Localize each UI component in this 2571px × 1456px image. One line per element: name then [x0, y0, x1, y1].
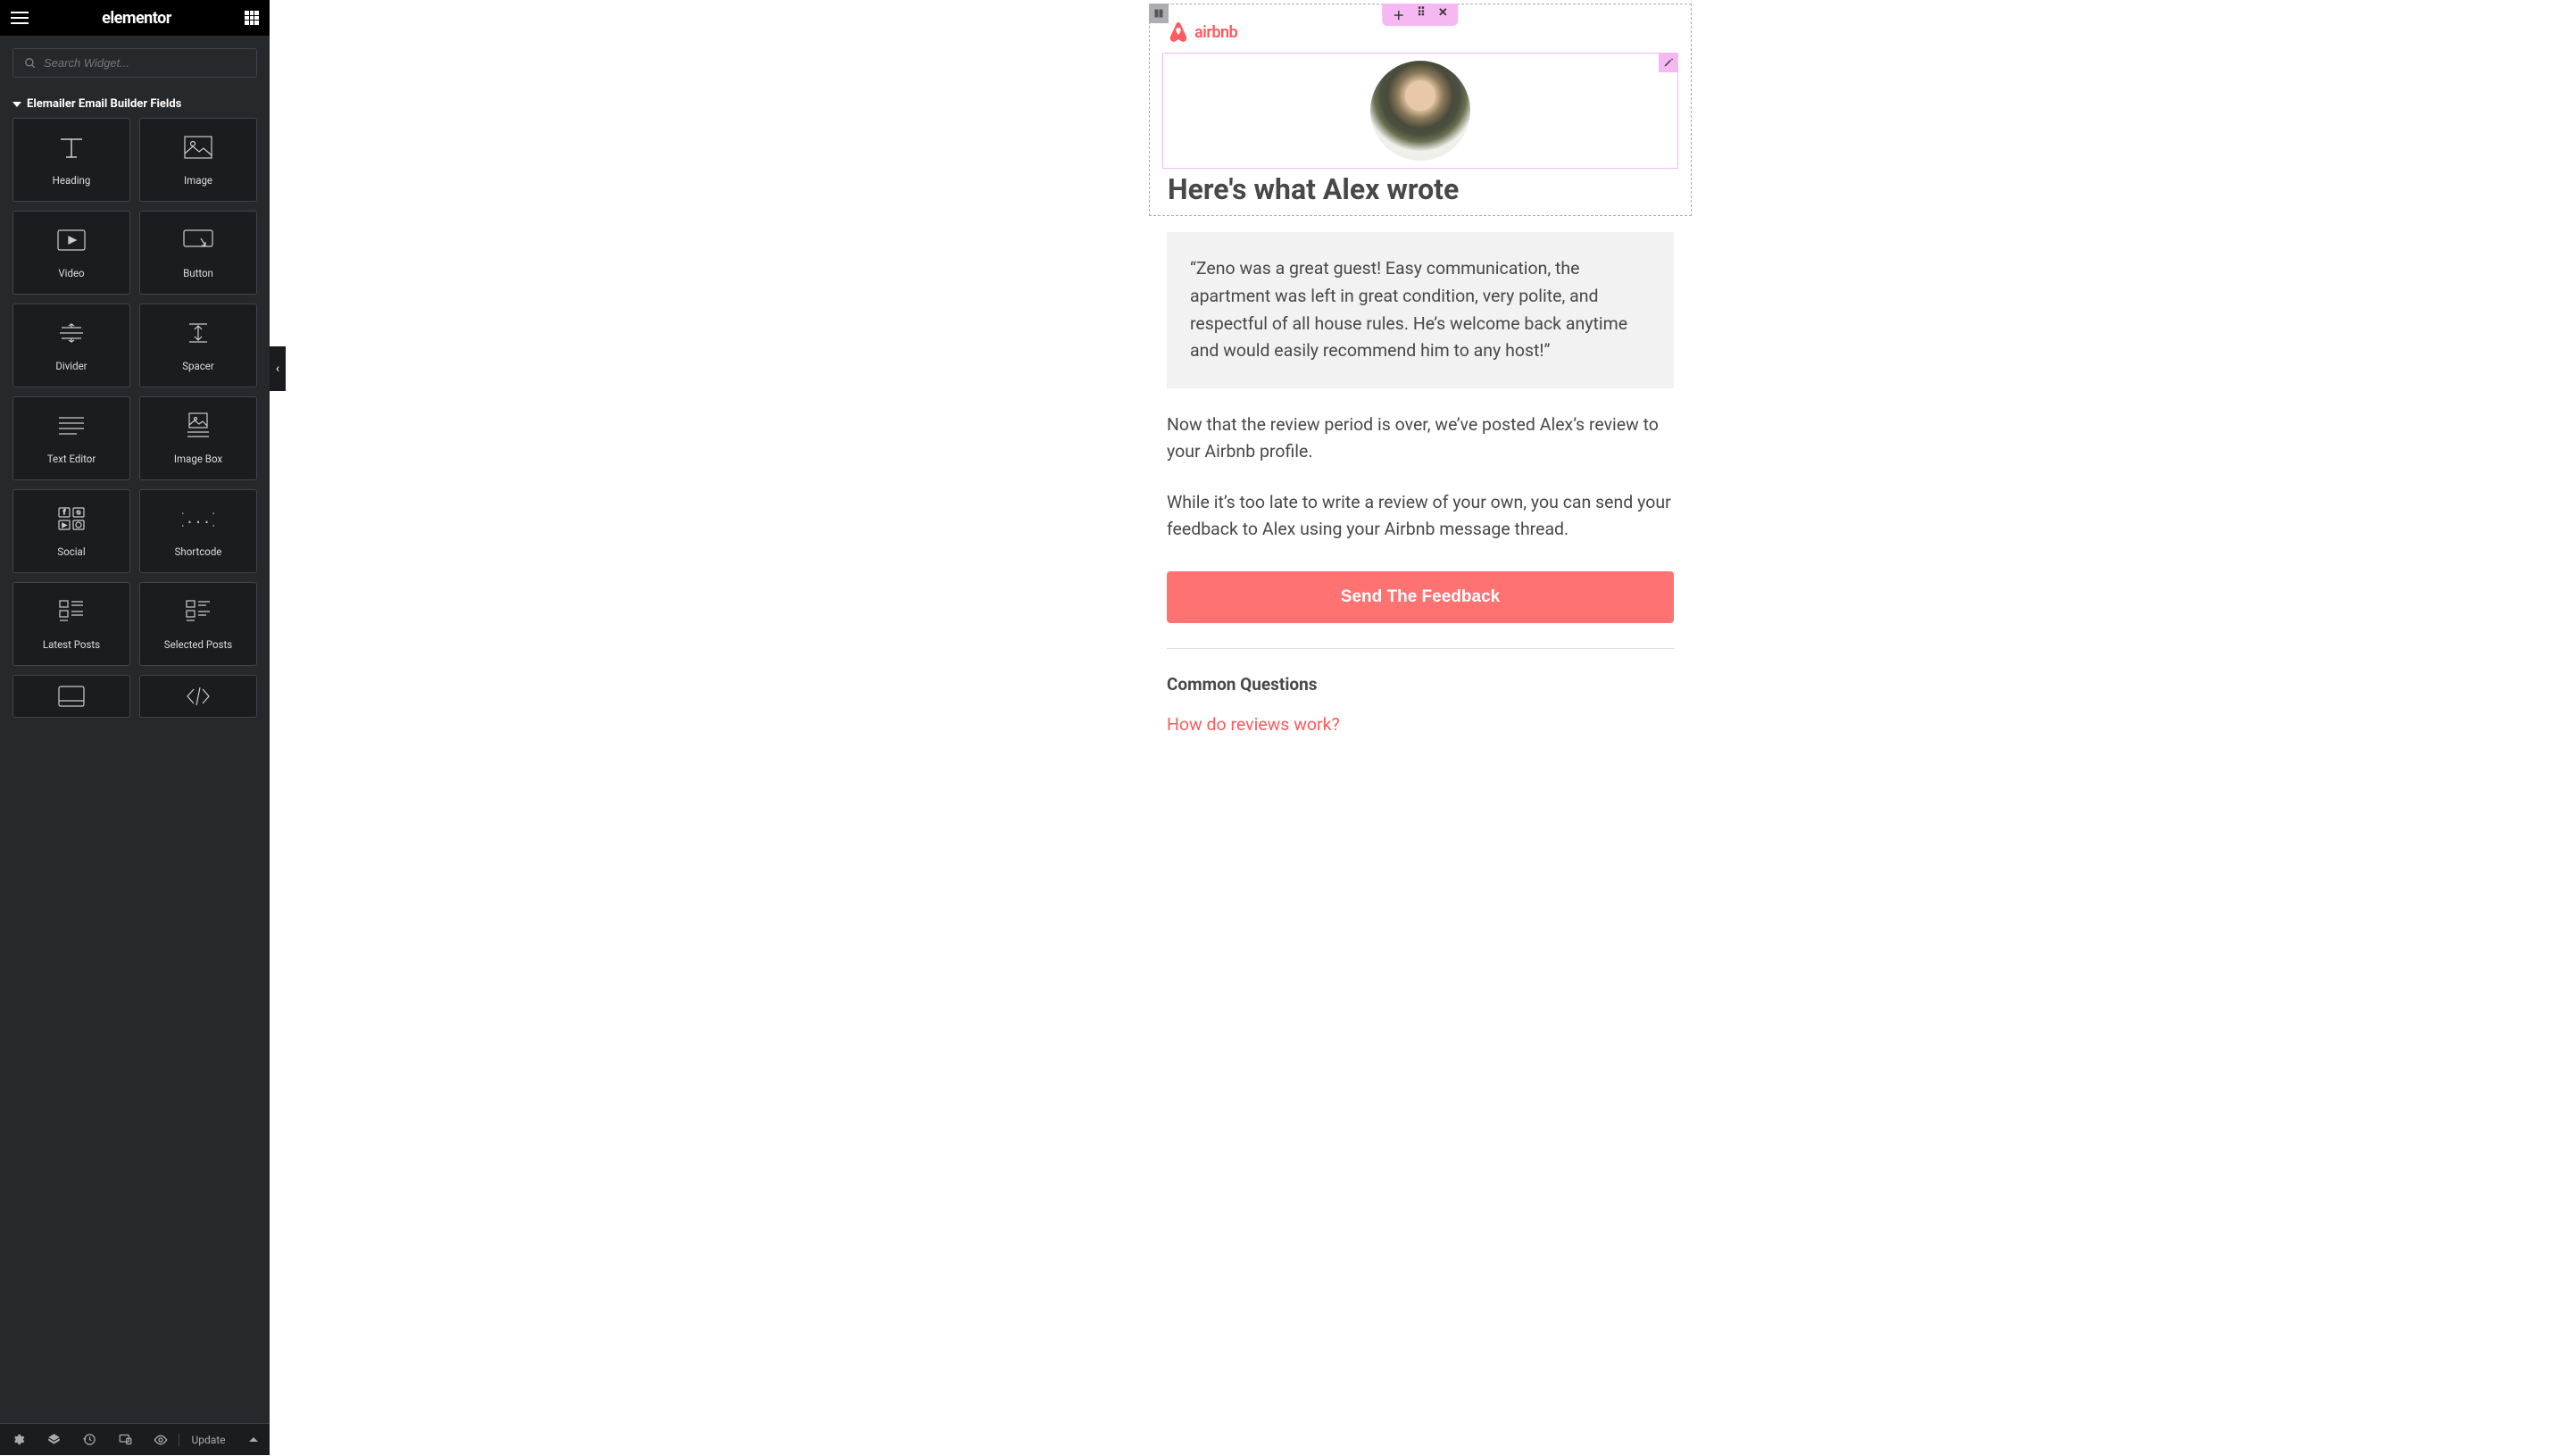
eye-icon	[154, 1433, 168, 1447]
svg-text:f: f	[63, 509, 66, 516]
update-label: Update	[191, 1434, 225, 1446]
widget-icon	[59, 597, 84, 626]
faq-link-1[interactable]: How do reviews work?	[1167, 714, 1674, 735]
widget-label: Button	[183, 267, 213, 279]
caret-down-icon	[12, 102, 21, 107]
layers-icon	[47, 1433, 61, 1446]
widget-icon	[58, 412, 85, 440]
widget-icon	[58, 682, 85, 711]
widget-icon: [...]	[182, 504, 214, 533]
widget-label: Shortcode	[175, 545, 222, 558]
widget-label: Image	[184, 174, 212, 187]
devices-icon	[119, 1433, 132, 1446]
widget-image-box[interactable]: Image Box	[139, 396, 257, 480]
faq-heading: Common Questions	[1167, 674, 1674, 695]
pencil-icon	[1663, 57, 1674, 68]
send-feedback-button[interactable]: Send The Feedback	[1167, 571, 1674, 623]
widget-icon	[58, 319, 85, 347]
profile-avatar	[1370, 61, 1470, 161]
widget-social[interactable]: f▶Social	[12, 489, 130, 573]
widget-icon	[185, 682, 212, 711]
menu-icon[interactable]	[11, 12, 29, 24]
widget-icon	[186, 597, 211, 626]
widget-heading[interactable]: Heading	[12, 118, 130, 202]
email-template: ＋ ⠿ ✕ airbnb Here's what A	[1149, 4, 1692, 1455]
edit-section-button[interactable]: ⠿	[1417, 6, 1426, 23]
column-handle[interactable]	[1149, 4, 1169, 23]
widget-spacer[interactable]: Spacer	[139, 304, 257, 387]
widget-icon	[186, 412, 211, 440]
widget-icon	[183, 226, 213, 254]
update-button[interactable]: Update	[179, 1434, 270, 1446]
svg-text:▶: ▶	[62, 522, 67, 528]
collapse-sidebar-button[interactable]	[270, 346, 286, 391]
widget-latest-posts[interactable]: Latest Posts	[12, 582, 130, 666]
svg-text:[...]: [...]	[182, 512, 214, 528]
widget-icon: f▶	[58, 504, 85, 533]
widget-item[interactable]	[12, 675, 130, 718]
edit-widget-button[interactable]	[1659, 53, 1678, 72]
widget-button[interactable]: Button	[139, 211, 257, 295]
history-button[interactable]	[71, 1424, 107, 1456]
divider	[1167, 648, 1674, 649]
section-controls: ＋ ⠿ ✕	[1382, 4, 1458, 26]
widget-category: Elemailer Email Builder Fields Heading Im…	[0, 90, 270, 728]
settings-button[interactable]	[0, 1424, 36, 1456]
category-title: Elemailer Email Builder Fields	[27, 97, 181, 111]
apps-grid-icon[interactable]	[245, 11, 259, 25]
category-toggle[interactable]: Elemailer Email Builder Fields	[12, 90, 257, 118]
section-selected[interactable]: ＋ ⠿ ✕ airbnb Here's what A	[1149, 4, 1692, 216]
widget-icon	[184, 133, 212, 162]
add-section-button[interactable]: ＋	[1393, 6, 1404, 23]
widget-video[interactable]: Video	[12, 211, 130, 295]
responsive-button[interactable]	[107, 1424, 143, 1456]
widget-label: Divider	[55, 360, 87, 372]
widget-label: Text Editor	[47, 453, 96, 465]
search-input[interactable]	[44, 56, 245, 70]
columns-icon	[1153, 8, 1164, 19]
widget-shortcode[interactable]: [...] Shortcode	[139, 489, 257, 573]
widget-label: Image Box	[174, 453, 222, 465]
elementor-sidebar: elementor Elemailer Email Builder Fields…	[0, 0, 270, 1455]
widget-icon	[186, 319, 211, 347]
widget-icon	[57, 226, 86, 254]
widget-label: Heading	[53, 174, 91, 187]
widget-label: Social	[57, 545, 85, 558]
widget-divider[interactable]: Divider	[12, 304, 130, 387]
widget-label: Video	[58, 267, 84, 279]
search-icon	[24, 57, 37, 70]
widget-label: Selected Posts	[164, 638, 232, 651]
image-widget-selected[interactable]	[1162, 53, 1678, 169]
widget-label: Latest Posts	[43, 638, 100, 651]
widget-icon	[55, 133, 87, 162]
widget-label: Spacer	[182, 360, 214, 372]
sidebar-header: elementor	[0, 0, 270, 36]
widget-text-editor[interactable]: Text Editor	[12, 396, 130, 480]
navigator-button[interactable]	[36, 1424, 71, 1456]
body-paragraph-2: While it’s too late to write a review of…	[1167, 489, 1674, 543]
airbnb-logo-text: airbnb	[1194, 23, 1237, 42]
gear-icon	[12, 1433, 25, 1446]
widget-selected-posts[interactable]: Selected Posts	[139, 582, 257, 666]
widget-item[interactable]	[139, 675, 257, 718]
email-heading: Here's what Alex wrote	[1162, 172, 1678, 206]
delete-section-button[interactable]: ✕	[1438, 6, 1448, 23]
email-body: “Zeno was a great guest! Easy communicat…	[1149, 216, 1692, 735]
chevron-up-icon	[249, 1437, 258, 1442]
history-icon	[83, 1433, 96, 1446]
brand-logo: elementor	[102, 9, 171, 28]
body-paragraph-1: Now that the review period is over, we’v…	[1167, 412, 1674, 465]
preview-button[interactable]	[143, 1424, 179, 1456]
airbnb-logo-icon	[1168, 21, 1189, 44]
widget-image[interactable]: Image	[139, 118, 257, 202]
review-quote: “Zeno was a great guest! Easy communicat…	[1167, 232, 1674, 388]
sidebar-footer: Update	[0, 1423, 270, 1455]
search-widget-field[interactable]	[12, 48, 257, 78]
editor-canvas[interactable]: ＋ ⠿ ✕ airbnb Here's what A	[270, 0, 2571, 1455]
